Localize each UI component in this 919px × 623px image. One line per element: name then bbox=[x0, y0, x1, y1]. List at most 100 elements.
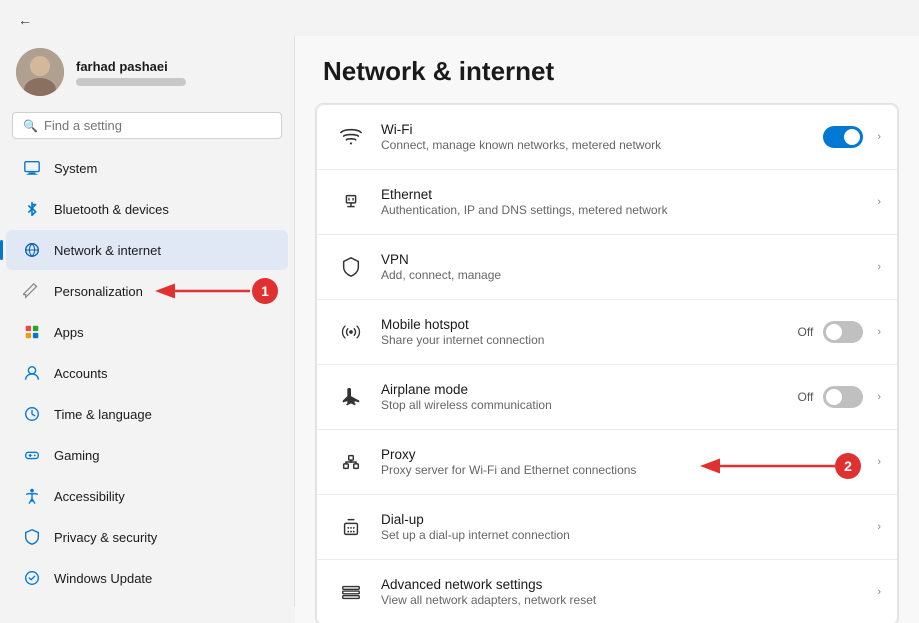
settings-desc-ethernet: Authentication, IP and DNS settings, met… bbox=[381, 203, 873, 217]
settings-right-vpn: › bbox=[873, 261, 881, 273]
settings-title-wifi: Wi-Fi bbox=[381, 122, 813, 137]
window-controls bbox=[765, 4, 907, 36]
settings-item-dial-up[interactable]: Dial-up Set up a dial-up internet connec… bbox=[316, 494, 898, 560]
settings-item-proxy[interactable]: Proxy Proxy server for Wi-Fi and Etherne… bbox=[316, 429, 898, 495]
settings-text-airplane-mode: Airplane mode Stop all wireless communic… bbox=[381, 382, 798, 412]
settings-desc-advanced: View all network adapters, network reset bbox=[381, 593, 873, 607]
page-title: Network & internet bbox=[323, 56, 891, 87]
sidebar-item-windows-update[interactable]: Windows Update bbox=[6, 558, 288, 598]
nav-icon-gaming bbox=[22, 445, 42, 465]
chevron-dial-up: › bbox=[877, 521, 881, 533]
toggle-airplane-mode[interactable] bbox=[823, 386, 863, 408]
settings-item-vpn[interactable]: VPN Add, connect, manage › bbox=[316, 234, 898, 300]
nav-icon-privacy bbox=[22, 527, 42, 547]
settings-text-wifi: Wi-Fi Connect, manage known networks, me… bbox=[381, 122, 813, 152]
back-button[interactable]: ← bbox=[12, 10, 38, 30]
settings-icon-vpn bbox=[333, 249, 369, 285]
settings-title-mobile-hotspot: Mobile hotspot bbox=[381, 317, 798, 332]
settings-right-ethernet: › bbox=[873, 196, 881, 208]
search-box[interactable]: 🔍 bbox=[12, 112, 282, 139]
settings-icon-mobile-hotspot bbox=[333, 314, 369, 350]
settings-title-ethernet: Ethernet bbox=[381, 187, 873, 202]
settings-icon-advanced bbox=[333, 574, 369, 610]
sidebar-item-network[interactable]: Network & internet bbox=[6, 230, 288, 270]
user-email-bar bbox=[76, 78, 186, 86]
toggle-mobile-hotspot[interactable] bbox=[823, 321, 863, 343]
search-icon: 🔍 bbox=[23, 119, 38, 133]
toggle-thumb-mobile-hotspot bbox=[826, 324, 842, 340]
toggle-label-airplane-mode: Off bbox=[798, 390, 814, 404]
sidebar-nav: System Bluetooth & devices Network & int… bbox=[0, 147, 294, 599]
toggle-label-mobile-hotspot: Off bbox=[798, 325, 814, 339]
nav-label-apps: Apps bbox=[54, 325, 84, 340]
main-layout: farhad pashaei 🔍 System Bluetooth & devi… bbox=[0, 36, 919, 623]
settings-text-vpn: VPN Add, connect, manage bbox=[381, 252, 873, 282]
chevron-mobile-hotspot: › bbox=[877, 326, 881, 338]
chevron-wifi: › bbox=[877, 131, 881, 143]
settings-text-ethernet: Ethernet Authentication, IP and DNS sett… bbox=[381, 187, 873, 217]
user-profile[interactable]: farhad pashaei bbox=[0, 36, 294, 112]
minimize-button[interactable] bbox=[765, 4, 811, 36]
settings-right-mobile-hotspot: Off › bbox=[798, 321, 881, 343]
settings-text-dial-up: Dial-up Set up a dial-up internet connec… bbox=[381, 512, 873, 542]
user-name: farhad pashaei bbox=[76, 59, 186, 74]
nav-label-network: Network & internet bbox=[54, 243, 161, 258]
sidebar-item-gaming[interactable]: Gaming bbox=[6, 435, 288, 475]
title-bar: ← bbox=[0, 0, 919, 36]
settings-item-advanced[interactable]: Advanced network settings View all netwo… bbox=[316, 559, 898, 623]
nav-icon-accessibility bbox=[22, 486, 42, 506]
settings-title-advanced: Advanced network settings bbox=[381, 577, 873, 592]
settings-icon-dial-up bbox=[333, 509, 369, 545]
nav-icon-windows-update bbox=[22, 568, 42, 588]
nav-label-privacy: Privacy & security bbox=[54, 530, 157, 545]
nav-label-system: System bbox=[54, 161, 97, 176]
maximize-button[interactable] bbox=[813, 4, 859, 36]
settings-desc-airplane-mode: Stop all wireless communication bbox=[381, 398, 798, 412]
toggle-thumb-airplane-mode bbox=[826, 389, 842, 405]
settings-item-airplane-mode[interactable]: Airplane mode Stop all wireless communic… bbox=[316, 364, 898, 430]
toggle-wifi[interactable] bbox=[823, 126, 863, 148]
settings-title-airplane-mode: Airplane mode bbox=[381, 382, 798, 397]
chevron-airplane-mode: › bbox=[877, 391, 881, 403]
content-header: Network & internet bbox=[295, 36, 919, 103]
settings-text-advanced: Advanced network settings View all netwo… bbox=[381, 577, 873, 607]
nav-icon-accounts bbox=[22, 363, 42, 383]
settings-right-proxy: › bbox=[873, 456, 881, 468]
settings-title-proxy: Proxy bbox=[381, 447, 873, 462]
chevron-vpn: › bbox=[877, 261, 881, 273]
chevron-advanced: › bbox=[877, 586, 881, 598]
close-button[interactable] bbox=[861, 4, 907, 36]
settings-title-dial-up: Dial-up bbox=[381, 512, 873, 527]
settings-icon-ethernet bbox=[333, 184, 369, 220]
nav-label-accessibility: Accessibility bbox=[54, 489, 125, 504]
settings-text-proxy: Proxy Proxy server for Wi-Fi and Etherne… bbox=[381, 447, 873, 477]
sidebar-item-time[interactable]: Time & language bbox=[6, 394, 288, 434]
sidebar-item-bluetooth[interactable]: Bluetooth & devices bbox=[6, 189, 288, 229]
settings-desc-wifi: Connect, manage known networks, metered … bbox=[381, 138, 813, 152]
nav-label-personalization: Personalization bbox=[54, 284, 143, 299]
sidebar-item-apps[interactable]: Apps bbox=[6, 312, 288, 352]
settings-item-wifi[interactable]: Wi-Fi Connect, manage known networks, me… bbox=[316, 104, 898, 170]
settings-title-vpn: VPN bbox=[381, 252, 873, 267]
sidebar: farhad pashaei 🔍 System Bluetooth & devi… bbox=[0, 36, 295, 607]
settings-right-wifi: › bbox=[813, 126, 881, 148]
title-bar-left: ← bbox=[12, 10, 48, 30]
sidebar-item-accessibility[interactable]: Accessibility bbox=[6, 476, 288, 516]
sidebar-item-system[interactable]: System bbox=[6, 148, 288, 188]
sidebar-item-accounts[interactable]: Accounts bbox=[6, 353, 288, 393]
settings-right-advanced: › bbox=[873, 586, 881, 598]
chevron-ethernet: › bbox=[877, 196, 881, 208]
content-area: Network & internet Wi-Fi Connect, manage… bbox=[295, 36, 919, 623]
nav-icon-personalization bbox=[22, 281, 42, 301]
content-wrapper: Network & internet Wi-Fi Connect, manage… bbox=[295, 36, 919, 623]
sidebar-item-personalization[interactable]: Personalization bbox=[6, 271, 288, 311]
nav-label-gaming: Gaming bbox=[54, 448, 100, 463]
nav-label-windows-update: Windows Update bbox=[54, 571, 152, 586]
sidebar-item-privacy[interactable]: Privacy & security bbox=[6, 517, 288, 557]
settings-right-dial-up: › bbox=[873, 521, 881, 533]
settings-item-mobile-hotspot[interactable]: Mobile hotspot Share your internet conne… bbox=[316, 299, 898, 365]
settings-text-mobile-hotspot: Mobile hotspot Share your internet conne… bbox=[381, 317, 798, 347]
settings-item-ethernet[interactable]: Ethernet Authentication, IP and DNS sett… bbox=[316, 169, 898, 235]
nav-label-bluetooth: Bluetooth & devices bbox=[54, 202, 169, 217]
search-input[interactable] bbox=[44, 118, 271, 133]
